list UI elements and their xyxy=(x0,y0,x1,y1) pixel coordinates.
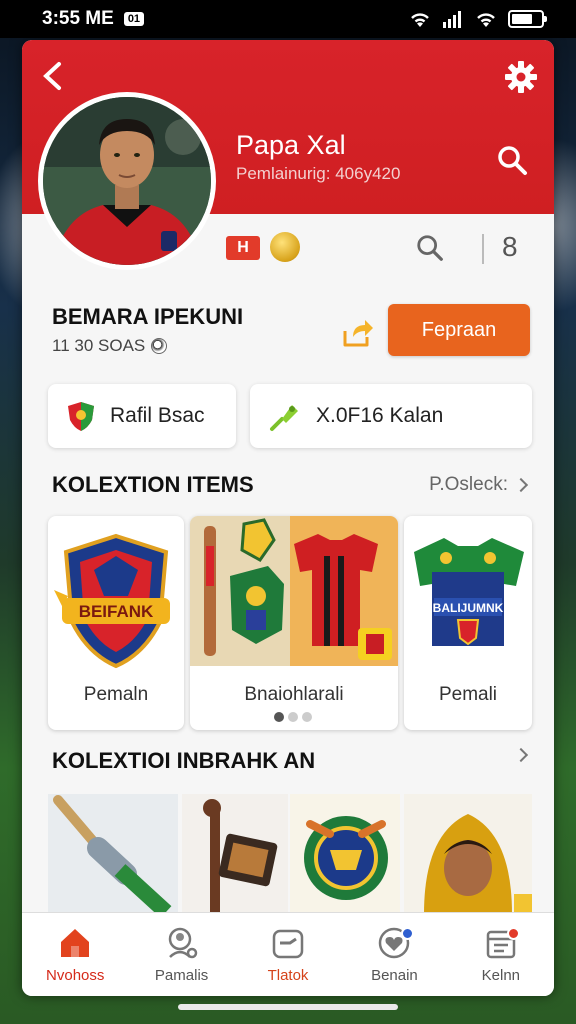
search-icon xyxy=(417,235,443,261)
header-search-button[interactable] xyxy=(494,142,530,178)
nav-label: Nvohoss xyxy=(46,967,105,984)
collection2-see-all[interactable] xyxy=(513,747,529,763)
wifi-icon xyxy=(411,13,429,27)
carousel-dot-active[interactable] xyxy=(274,712,284,722)
profile-search-button[interactable] xyxy=(414,232,446,264)
nav-label: Benain xyxy=(371,967,418,984)
shield-icon xyxy=(68,402,94,431)
profile-name: Papa Xal xyxy=(236,130,346,160)
collection2-item[interactable] xyxy=(404,794,532,914)
notification-badge xyxy=(400,927,414,940)
nav-item-home[interactable]: Nvohoss xyxy=(22,913,128,996)
profile-card: Papa Xal Pemlainurig: 406y420 H 8 BEMARA… xyxy=(22,40,554,996)
club-image xyxy=(182,794,288,914)
profile-subtitle: Pemlainurig: 406y420 xyxy=(236,164,401,183)
gear-icon xyxy=(505,61,537,93)
share-icon xyxy=(343,320,373,347)
home-indicator[interactable] xyxy=(178,1004,398,1010)
see-all-label: P.Osleck: xyxy=(429,474,508,495)
settings-button[interactable] xyxy=(504,60,538,94)
search-person-icon xyxy=(168,927,197,959)
collection2-title: KOLEXTIOI INBRAHK AN xyxy=(52,748,316,773)
bat-image xyxy=(48,794,178,914)
collection-item[interactable]: BALIJUMNK Pemali xyxy=(404,516,532,730)
signal-icon xyxy=(443,11,461,28)
collection-header: KOLEXTION ITEMS P.Osleck: xyxy=(22,472,554,502)
status-bar: 3:55 ME 01 xyxy=(0,0,576,38)
share-button[interactable] xyxy=(340,316,376,350)
collection2-item[interactable] xyxy=(48,794,178,914)
nav-item-players[interactable]: Pamalis xyxy=(128,913,234,996)
chip-location-label: X.0F16 Kalan xyxy=(316,404,444,427)
collection-title: KOLEXTION ITEMS xyxy=(52,472,254,497)
collection2-item[interactable] xyxy=(290,794,400,914)
featured-items-image xyxy=(190,516,398,666)
ball-icon xyxy=(151,338,168,354)
collection-item-label: Bnaiohlarali xyxy=(244,684,344,705)
collection2-header: KOLEXTIOI INBRAHK AN xyxy=(22,747,554,778)
pin-icon xyxy=(270,405,298,431)
nav-item-favorites[interactable]: Benain xyxy=(341,913,447,996)
jersey-image: BALIJUMNK xyxy=(414,538,524,646)
avatar[interactable] xyxy=(38,92,216,270)
primary-action-button[interactable]: Fepraan xyxy=(388,304,530,356)
team-crest-image: BEIFANK xyxy=(54,533,170,669)
search-icon xyxy=(498,146,527,175)
notification-badge xyxy=(507,927,521,940)
home-icon xyxy=(61,929,90,957)
collection-see-all[interactable]: P.Osleck: xyxy=(429,474,529,496)
crest-text: BEIFANK xyxy=(79,602,154,621)
chevron-right-icon xyxy=(513,477,529,493)
match-time: 11 30 SOAS xyxy=(52,336,168,356)
collection2-item[interactable] xyxy=(182,794,288,914)
emblem-image xyxy=(290,794,400,914)
coin-icon xyxy=(270,232,300,262)
divider xyxy=(482,234,484,264)
chip-team-label: Rafil Bsac xyxy=(110,404,205,427)
back-button[interactable] xyxy=(36,60,68,92)
player-portrait xyxy=(43,97,211,265)
profile-tag: H xyxy=(226,236,260,260)
match-time-text: 11 30 SOAS xyxy=(52,336,146,355)
hooded-figure-image xyxy=(404,794,532,914)
chevron-left-icon xyxy=(43,62,61,90)
nav-label: Tlatok xyxy=(267,967,309,984)
nav-label: Kelnn xyxy=(481,967,521,984)
ticket-icon xyxy=(272,929,304,959)
carousel-dot[interactable] xyxy=(288,712,298,722)
nav-label: Pamalis xyxy=(154,967,209,984)
collection-item[interactable]: BEIFANK Pemaln xyxy=(48,516,184,730)
chip-team[interactable]: Rafil Bsac xyxy=(48,384,236,448)
collection-item-label: Pemaln xyxy=(83,684,149,705)
carousel-indicator xyxy=(274,712,312,722)
status-time: 3:55 ME xyxy=(42,8,114,29)
bottom-navigation: Nvohoss Pamalis Tlatok Benain Kelnn xyxy=(22,912,554,996)
chevron-right-icon xyxy=(513,747,529,763)
collection-item-featured[interactable]: Bnaiohlarali xyxy=(190,516,398,730)
nav-item-calendar[interactable]: Kelnn xyxy=(448,913,554,996)
battery-icon xyxy=(508,10,547,28)
carousel-dot[interactable] xyxy=(302,712,312,722)
jersey-text: BALIJUMNK xyxy=(433,601,504,615)
wifi-icon-2 xyxy=(477,13,495,27)
nav-item-tickets[interactable]: Tlatok xyxy=(235,913,341,996)
status-notification-badge: 01 xyxy=(123,12,145,26)
match-title: BEMARA IPEKUNI xyxy=(52,304,244,329)
profile-count: 8 xyxy=(502,231,518,262)
collection-item-label: Pemali xyxy=(438,684,498,705)
chip-location[interactable]: X.0F16 Kalan xyxy=(250,384,532,448)
